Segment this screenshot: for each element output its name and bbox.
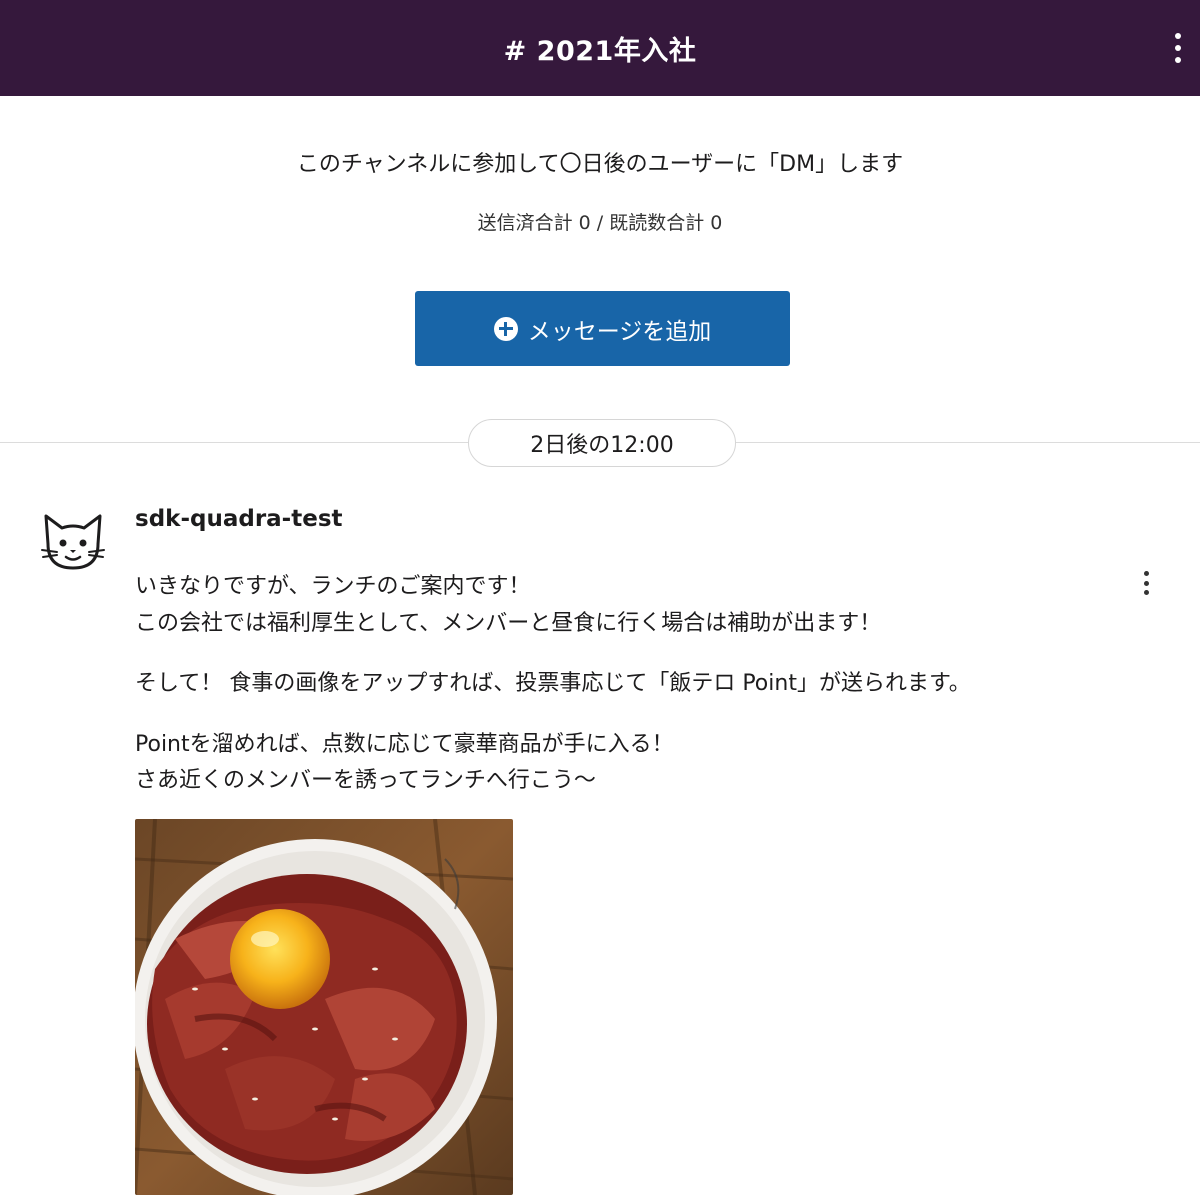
message-line: いきなりですが、ランチのご案内です！ bbox=[135, 574, 531, 599]
message-username[interactable]: sdk-quadra-test bbox=[135, 506, 343, 532]
stats-summary: 送信済合計 0 / 既読数合計 0 bbox=[477, 212, 723, 234]
channel-title: # 2021年入社 bbox=[503, 35, 697, 67]
cat-avatar-icon bbox=[41, 514, 105, 570]
message-line: Pointを溜めれば、点数に応じて豪華商品が手に入る！ bbox=[135, 732, 674, 757]
channel-description: このチャンネルに参加して〇日後のユーザーに「DM」します bbox=[296, 152, 904, 177]
roast-beef-bowl-image[interactable] bbox=[135, 819, 513, 1195]
more-vertical-icon[interactable] bbox=[1140, 571, 1152, 595]
channel-header: # 2021年入社 bbox=[0, 0, 1200, 96]
more-vertical-icon[interactable] bbox=[1170, 33, 1186, 63]
message-line: この会社では福利厚生として、メンバーと昼食に行く場合は補助が出ます！ bbox=[135, 611, 882, 636]
add-message-button[interactable]: メッセージを追加 bbox=[415, 291, 790, 366]
message-line: そして！ 食事の画像をアップすれば、投票事応じて「飯テロ Point」が送られま… bbox=[135, 671, 971, 696]
add-message-label: メッセージを追加 bbox=[527, 318, 712, 345]
message-line: さあ近くのメンバーを誘ってランチへ行こう〜 bbox=[135, 768, 596, 793]
plus-circle-icon bbox=[493, 316, 518, 341]
schedule-time-pill[interactable]: 2日後の12:00 bbox=[468, 419, 736, 467]
